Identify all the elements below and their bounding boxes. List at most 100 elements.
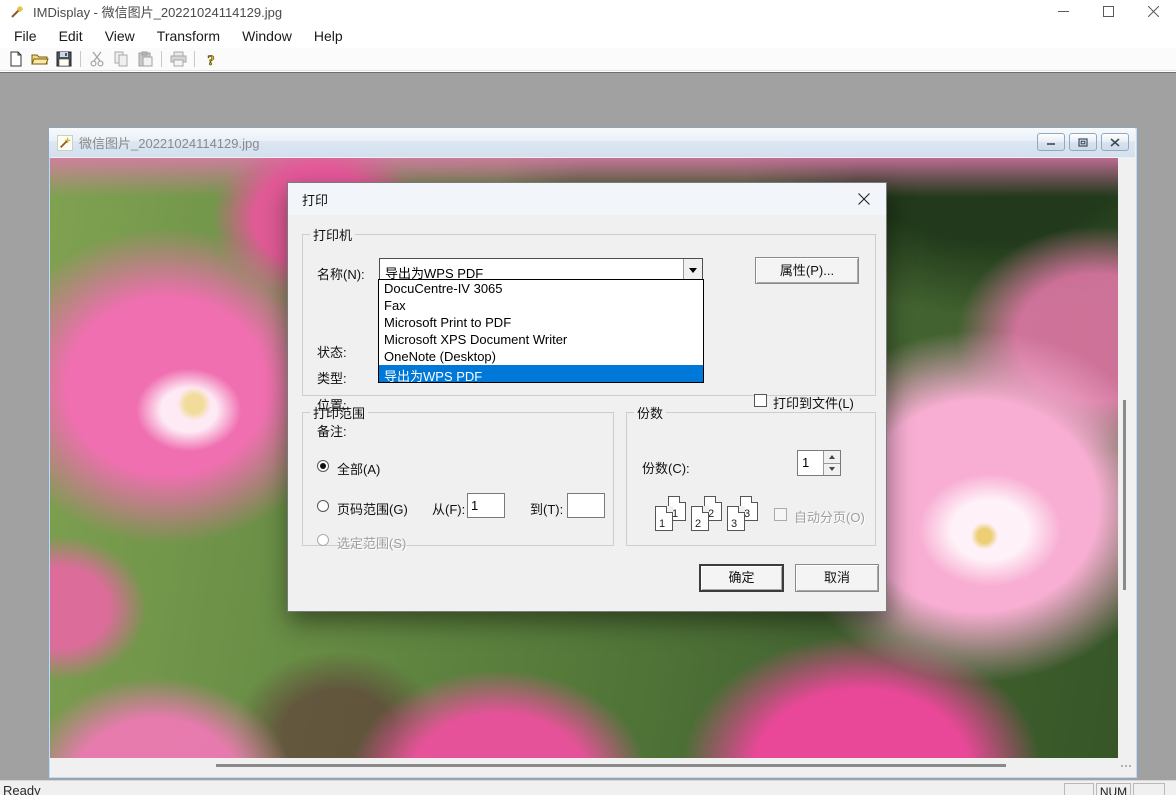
range-all-radio[interactable] — [317, 460, 329, 472]
statusbar: Ready NUM — [0, 780, 1176, 795]
new-document-icon — [8, 51, 24, 67]
range-all-label: 全部(A) — [337, 459, 380, 478]
dropdown-item[interactable]: Fax — [379, 297, 703, 314]
print-dialog-title: 打印 — [302, 190, 328, 209]
help-button[interactable]: ? — [199, 49, 223, 70]
dropdown-item[interactable]: OneNote (Desktop) — [379, 348, 703, 365]
printer-name-label: 名称(N): — [317, 264, 365, 283]
radio-selected-dot — [320, 463, 326, 469]
save-floppy-icon — [56, 51, 72, 67]
dialog-close-icon — [858, 193, 870, 205]
dialog-close-button[interactable] — [848, 187, 880, 211]
close-icon — [1148, 6, 1159, 17]
help-question-icon: ? — [204, 51, 218, 68]
horizontal-scrollbar[interactable] — [50, 758, 1118, 774]
dropdown-item-selected[interactable]: 导出为WPS PDF — [379, 365, 703, 382]
image-window-titlebar: 微信图片_20221024114129.jpg — [49, 128, 1135, 157]
spinner-up-button[interactable] — [824, 451, 840, 463]
child-minimize-icon — [1046, 138, 1056, 146]
from-label: 从(F): — [432, 499, 465, 518]
status-pane-empty — [1133, 783, 1165, 795]
status-ready-text: Ready — [3, 783, 41, 795]
toolbar-separator — [80, 51, 81, 67]
range-selection-radio — [317, 534, 329, 546]
range-pages-radio[interactable] — [317, 500, 329, 512]
menu-view[interactable]: View — [94, 25, 146, 47]
printer-group-legend: 打印机 — [310, 225, 355, 244]
menu-window[interactable]: Window — [231, 25, 303, 47]
print-range-group: 打印范围 全部(A) 页码范围(G) 从(F): 到(T): 选定范围(S) — [302, 403, 614, 546]
print-button[interactable] — [166, 49, 190, 70]
status-pane-empty — [1064, 783, 1094, 795]
print-dialog-titlebar: 打印 — [288, 183, 886, 215]
print-dialog: 打印 打印机 名称(N): 导出为WPS PDF 状态: 类型: 位置: 备注:… — [287, 182, 887, 612]
spinner-down-button[interactable] — [824, 463, 840, 476]
app-window: IMDisplay - 微信图片_20221024114129.jpg File… — [0, 0, 1176, 795]
chevron-up-icon — [829, 455, 835, 459]
ok-button[interactable]: 确定 — [699, 564, 784, 592]
image-window-title: 微信图片_20221024114129.jpg — [79, 133, 259, 152]
cancel-button[interactable]: 取消 — [795, 564, 879, 592]
cut-button[interactable] — [85, 49, 109, 70]
collate-page: 1 — [655, 506, 673, 531]
status-pane-num: NUM — [1096, 783, 1131, 795]
minimize-icon — [1058, 6, 1069, 17]
collate-pages-icon: 1 1 2 2 3 3 — [655, 494, 765, 546]
properties-button[interactable]: 属性(P)... — [755, 257, 859, 284]
to-label: 到(T): — [530, 499, 563, 518]
vertical-scrollbar-thumb[interactable] — [1123, 400, 1126, 590]
copy-button[interactable] — [109, 49, 133, 70]
close-button[interactable] — [1131, 0, 1176, 23]
vertical-scrollbar[interactable] — [1118, 158, 1134, 758]
from-page-input[interactable] — [467, 493, 505, 518]
maximize-button[interactable] — [1086, 0, 1131, 23]
child-close-button[interactable] — [1101, 133, 1129, 151]
printer-status-label: 状态: — [317, 342, 347, 361]
collate-checkbox — [774, 508, 787, 521]
chevron-down-icon — [829, 467, 835, 471]
copies-spinner[interactable]: 1 — [797, 450, 841, 476]
menubar: File Edit View Transform Window Help — [0, 23, 1176, 48]
dropdown-item[interactable]: DocuCentre-IV 3065 — [379, 280, 703, 297]
save-button[interactable] — [52, 49, 76, 70]
image-document-icon — [57, 135, 73, 151]
paste-clipboard-icon — [138, 51, 153, 67]
toolbar: ? — [0, 48, 1176, 71]
copies-group: 份数 份数(C): 1 1 1 2 2 3 3 自动分页(O) — [626, 403, 876, 546]
range-pages-label: 页码范围(G) — [337, 499, 408, 518]
child-close-icon — [1110, 138, 1120, 147]
print-range-legend: 打印范围 — [310, 403, 368, 422]
print-icon — [170, 51, 187, 67]
child-restore-button[interactable] — [1069, 133, 1097, 151]
window-title: IMDisplay - 微信图片_20221024114129.jpg — [33, 2, 282, 21]
printer-dropdown-list: DocuCentre-IV 3065 Fax Microsoft Print t… — [378, 279, 704, 383]
collate-page: 3 — [727, 506, 745, 531]
copy-icon — [113, 51, 129, 67]
toolbar-separator — [161, 51, 162, 67]
toolbar-separator — [194, 51, 195, 67]
menu-transform[interactable]: Transform — [146, 25, 231, 47]
range-selection-label: 选定范围(S) — [337, 533, 406, 552]
svg-text:?: ? — [207, 53, 215, 68]
app-logo-icon — [9, 4, 25, 20]
dropdown-item[interactable]: Microsoft Print to PDF — [379, 314, 703, 331]
menu-edit[interactable]: Edit — [48, 25, 94, 47]
dropdown-item[interactable]: Microsoft XPS Document Writer — [379, 331, 703, 348]
collate-page: 2 — [691, 506, 709, 531]
paste-button[interactable] — [133, 49, 157, 70]
menu-help[interactable]: Help — [303, 25, 354, 47]
cut-scissors-icon — [90, 51, 104, 67]
scrollbar-corner-grip — [1118, 758, 1134, 774]
new-button[interactable] — [4, 49, 28, 70]
open-button[interactable] — [28, 49, 52, 70]
horizontal-scrollbar-thumb[interactable] — [216, 764, 1006, 767]
maximize-icon — [1103, 6, 1114, 17]
menu-file[interactable]: File — [3, 25, 48, 47]
open-folder-icon — [31, 51, 49, 67]
child-minimize-button[interactable] — [1037, 133, 1065, 151]
copies-legend: 份数 — [634, 403, 666, 422]
to-page-input[interactable] — [567, 493, 605, 518]
child-restore-icon — [1078, 138, 1088, 147]
printer-type-label: 类型: — [317, 368, 347, 387]
minimize-button[interactable] — [1041, 0, 1086, 23]
